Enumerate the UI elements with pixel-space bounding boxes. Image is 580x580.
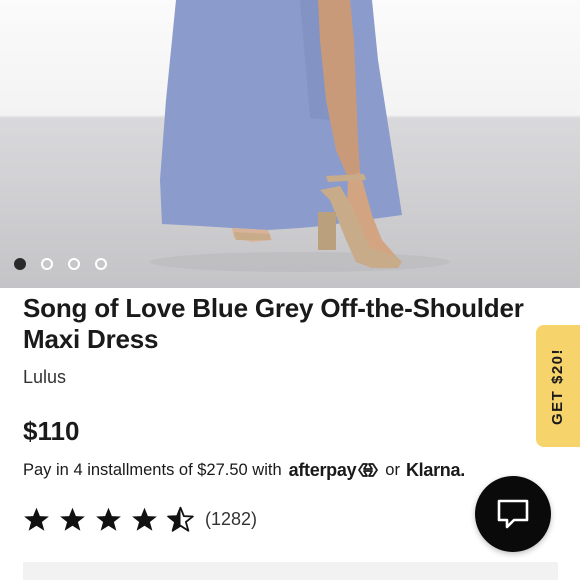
star-filled-icon bbox=[24, 507, 49, 531]
afterpay-arrows-icon bbox=[358, 463, 379, 477]
star-filled-icon bbox=[96, 507, 121, 531]
next-section-panel bbox=[23, 562, 558, 580]
get-20-promo-tab[interactable]: GET $20! bbox=[536, 325, 580, 447]
afterpay-logo[interactable]: afterpay bbox=[289, 460, 380, 481]
image-pagination bbox=[14, 258, 107, 270]
installments-text: Pay in 4 installments of $27.50 with bbox=[23, 460, 282, 479]
pagination-dot[interactable] bbox=[41, 258, 53, 270]
klarna-logo[interactable]: Klarna. bbox=[406, 460, 465, 481]
pagination-dot[interactable] bbox=[95, 258, 107, 270]
product-title: Song of Love Blue Grey Off-the-Shoulder … bbox=[23, 293, 524, 354]
promo-label: GET $20! bbox=[549, 347, 567, 425]
pagination-dot[interactable] bbox=[68, 258, 80, 270]
product-image[interactable] bbox=[0, 0, 580, 288]
star-filled-icon bbox=[132, 507, 157, 531]
product-brand[interactable]: Lulus bbox=[23, 367, 66, 388]
chat-button[interactable] bbox=[475, 476, 551, 552]
star-half-icon bbox=[167, 506, 194, 532]
chat-bubble-icon bbox=[497, 499, 529, 529]
installments-row: Pay in 4 installments of $27.50 with aft… bbox=[23, 458, 465, 482]
star-filled-icon bbox=[60, 507, 85, 531]
product-price: $110 bbox=[23, 416, 80, 446]
review-count[interactable]: (1282) bbox=[205, 509, 257, 530]
rating-row[interactable]: (1282) bbox=[23, 504, 257, 534]
afterpay-label: afterpay bbox=[288, 459, 357, 480]
product-photo-illustration bbox=[150, 0, 450, 272]
or-text: or bbox=[385, 460, 400, 479]
pagination-dot-active[interactable] bbox=[14, 258, 26, 270]
